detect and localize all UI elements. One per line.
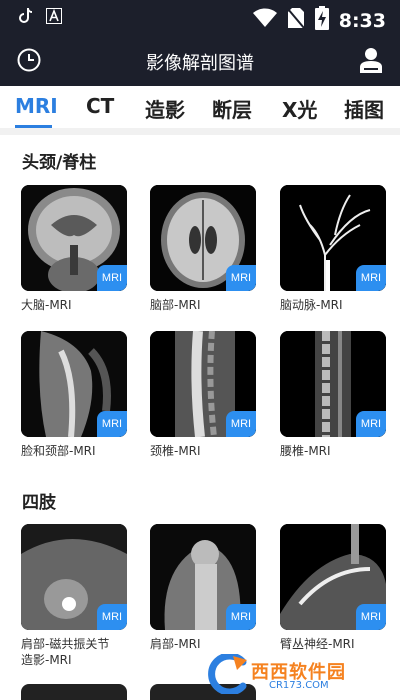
tab-xray[interactable]: X光: [282, 94, 317, 123]
image-card-head-mri[interactable]: MRI 脑部-MRI: [150, 185, 256, 313]
status-time: 8:33: [338, 9, 386, 32]
mri-badge: MRI: [97, 411, 127, 437]
font-a-icon: [46, 8, 62, 29]
card-label: 腰椎-MRI: [280, 444, 331, 458]
mri-badge: MRI: [97, 604, 127, 630]
tab-mri[interactable]: MRI: [15, 94, 58, 118]
thumbnail: MRI: [21, 331, 127, 437]
thumbnail: MRI: [280, 331, 386, 437]
battery-charging-icon: [314, 6, 329, 35]
watermark-sub: CR173.COM: [269, 680, 329, 691]
section-title-head-neck-spine: 头颈/脊柱: [22, 153, 97, 173]
image-card-shoulder-arthrography-mri[interactable]: MRI 肩部-磁共振关节 造影-MRI: [21, 524, 127, 668]
user-profile-icon[interactable]: [358, 46, 384, 73]
tab-angiography[interactable]: 造影: [145, 94, 185, 123]
card-label: 颈椎-MRI: [150, 444, 201, 458]
section-title-limbs: 四肢: [22, 493, 56, 513]
thumbnail: MRI: [21, 524, 127, 630]
card-label: 脑动脉-MRI: [280, 298, 343, 312]
thumbnail: MRI: [280, 524, 386, 630]
thumbnail: MRI: [150, 185, 256, 291]
image-card-brain-artery-mri[interactable]: MRI 脑动脉-MRI: [280, 185, 386, 313]
divider: [0, 128, 400, 135]
card-label: 臂丛神经-MRI: [280, 637, 355, 651]
mri-badge: MRI: [226, 604, 256, 630]
category-tabs: MRI CT 造影 断层 X光 插图: [0, 86, 400, 128]
no-sim-icon: [286, 7, 305, 34]
wifi-icon: [252, 8, 277, 33]
mri-badge: MRI: [356, 265, 386, 291]
tab-illustration[interactable]: 插图: [344, 94, 384, 123]
mri-badge: MRI: [356, 411, 386, 437]
mri-badge: MRI: [226, 411, 256, 437]
mri-badge: MRI: [97, 265, 127, 291]
image-card-brain-mri[interactable]: MRI 大脑-MRI: [21, 185, 127, 313]
thumbnail: MRI: [21, 185, 127, 291]
card-label: 脸和颈部-MRI: [21, 444, 96, 458]
thumbnail: MRI: [280, 185, 386, 291]
card-label: 肩部-MRI: [150, 637, 201, 651]
mri-badge: MRI: [356, 604, 386, 630]
thumbnail: MRI: [150, 524, 256, 630]
tab-ct[interactable]: CT: [86, 94, 114, 118]
image-card-lumbar-spine-mri[interactable]: MRI 腰椎-MRI: [280, 331, 386, 459]
tiktok-icon: [18, 8, 32, 29]
card-label: 肩部-磁共振关节 造影-MRI: [21, 637, 110, 667]
thumbnail: MRI: [150, 331, 256, 437]
next-row-thumbnail[interactable]: [21, 684, 127, 700]
app-header: 影像解剖图谱: [0, 36, 400, 86]
image-card-shoulder-mri[interactable]: MRI 肩部-MRI: [150, 524, 256, 652]
tab-tomography[interactable]: 断层: [212, 94, 252, 123]
mri-badge: MRI: [226, 265, 256, 291]
status-bar: 8:33: [0, 0, 400, 36]
page-title: 影像解剖图谱: [146, 53, 254, 74]
card-label: 脑部-MRI: [150, 298, 201, 312]
card-label: 大脑-MRI: [21, 298, 72, 312]
image-card-brachial-plexus-mri[interactable]: MRI 臂丛神经-MRI: [280, 524, 386, 652]
watermark-logo: 西西软件园 CR173.COM: [205, 654, 395, 696]
image-card-cervical-spine-mri[interactable]: MRI 颈椎-MRI: [150, 331, 256, 459]
image-card-face-neck-mri[interactable]: MRI 脸和颈部-MRI: [21, 331, 127, 459]
watermark-c-icon: [208, 654, 247, 694]
